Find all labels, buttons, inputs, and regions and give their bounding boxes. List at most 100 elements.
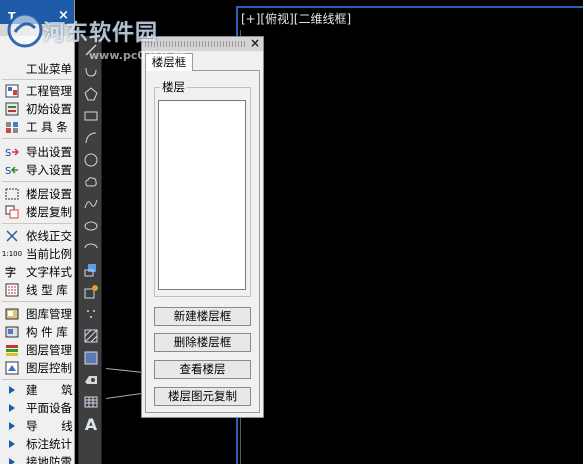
floor-copy-icon — [4, 205, 20, 219]
menu-item-floor-settings[interactable]: 楼层设置 — [0, 185, 74, 203]
hatch-tool[interactable] — [81, 326, 101, 346]
new-floor-frame-button[interactable]: 新建楼层框 — [154, 307, 251, 326]
line-tool[interactable] — [81, 40, 101, 60]
menu-item-annotation-stats[interactable]: 标注统计 — [0, 435, 74, 453]
ellipse-tool[interactable] — [81, 216, 101, 236]
close-icon[interactable]: × — [249, 37, 261, 50]
circle-tool[interactable] — [81, 150, 101, 170]
insert-block-tool[interactable] — [81, 260, 101, 280]
cloud-tool[interactable] — [81, 172, 101, 192]
callout-line — [105, 368, 144, 373]
gradient-tool[interactable] — [81, 348, 101, 368]
menu-item-ortho[interactable]: 依线正交 — [0, 227, 74, 245]
ellipse-arc-tool[interactable] — [81, 238, 101, 258]
menu-item-floor-copy[interactable]: 楼层复制 — [0, 203, 74, 221]
text-icon: A — [84, 414, 98, 434]
layer-control-icon — [4, 361, 20, 375]
arc-tool[interactable] — [81, 128, 101, 148]
triangle-right-icon — [4, 419, 20, 433]
menu-divider — [2, 301, 72, 302]
toolbar-icon — [4, 120, 20, 134]
callout-line — [105, 392, 144, 399]
floor-frame-dialog: × 楼层框 楼层 新建楼层框 删除楼层框 查看楼层 楼层图元复制 — [141, 36, 264, 418]
menu-item-layer-manage[interactable]: 图层管理 — [0, 341, 74, 359]
region-icon — [85, 376, 97, 384]
ortho-icon — [4, 229, 20, 243]
circle-icon — [84, 153, 98, 167]
svg-text:S: S — [5, 148, 11, 159]
point-tool[interactable] — [81, 304, 101, 324]
triangle-right-icon — [4, 437, 20, 451]
region-tool[interactable] — [81, 370, 101, 390]
view-floor-button[interactable]: 查看楼层 — [154, 360, 251, 379]
menu-panel-header-bar — [0, 24, 74, 36]
layer-manage-icon — [4, 343, 20, 357]
viewport-view-label[interactable]: [+][俯视][二维线框] — [241, 10, 351, 27]
draw-toolbar: A — [78, 36, 102, 464]
menu-item-component-library[interactable]: 构 件 库 — [0, 323, 74, 341]
menu-item-linetype[interactable]: 线 型 库 — [0, 281, 74, 299]
ellipse-arc-icon — [84, 243, 98, 249]
menu-item-init-settings[interactable]: 初始设置 — [0, 100, 74, 118]
project-icon — [4, 84, 20, 98]
menu-panel-title: T — [8, 10, 16, 23]
polyline-icon — [85, 67, 97, 77]
insert-block-icon — [84, 264, 96, 277]
dialog-titlebar[interactable]: × — [142, 37, 263, 51]
polyline-tool[interactable] — [81, 62, 101, 82]
menu-divider — [2, 181, 72, 182]
gradient-icon — [84, 351, 98, 365]
component-icon — [4, 325, 20, 339]
make-block-icon — [84, 285, 98, 299]
multiline-text-tool[interactable]: A — [81, 414, 101, 434]
menu-item-current-scale[interactable]: 1:100 当前比例 — [0, 245, 74, 263]
floor-group-label: 楼层 — [160, 79, 187, 95]
drag-grip[interactable] — [145, 41, 245, 47]
menu-item-project-manage[interactable]: 工程管理 — [0, 82, 74, 100]
svg-text:字: 字 — [5, 265, 16, 279]
menu-item-industry-menu[interactable]: 工业菜单 — [0, 60, 74, 78]
revision-cloud-icon — [85, 177, 97, 187]
export-icon: S — [4, 145, 20, 159]
scale-icon: 1:100 — [1, 250, 23, 258]
settings-icon — [4, 102, 20, 116]
menu-item-plane-equipment[interactable]: 平面设备 — [0, 399, 74, 417]
menu-item-layer-control[interactable]: 图层控制 — [0, 359, 74, 377]
import-icon: S — [4, 163, 20, 177]
spline-icon — [84, 199, 98, 209]
make-block-tool[interactable] — [81, 282, 101, 302]
menu-item-library-manage[interactable]: 图库管理 — [0, 305, 74, 323]
table-tool[interactable] — [81, 392, 101, 412]
menu-item-text-style[interactable]: 字 文字样式 — [0, 263, 74, 281]
tab-floor-frame[interactable]: 楼层框 — [145, 53, 193, 71]
menu-item-wire[interactable]: 导 线 — [0, 417, 74, 435]
spline-tool[interactable] — [81, 194, 101, 214]
line-icon — [85, 44, 97, 56]
menu-divider — [2, 223, 72, 224]
menu-divider — [2, 79, 72, 80]
ellipse-icon — [84, 221, 98, 231]
menu-item-building[interactable]: 建 筑 — [0, 381, 74, 399]
menu-divider — [2, 138, 72, 139]
menu-item-export-settings[interactable]: S 导出设置 — [0, 143, 74, 161]
polygon-icon — [84, 87, 98, 101]
menu-panel-titlebar: T × — [0, 0, 74, 36]
menu-item-grounding[interactable]: 接地防雷 — [0, 453, 74, 464]
delete-floor-frame-button[interactable]: 删除楼层框 — [154, 333, 251, 352]
floor-settings-icon — [4, 187, 20, 201]
menu-panel: T × 工业菜单 工程管理 初始设置 工 具 条 S 导出设置 S 导入设置 楼… — [0, 0, 75, 464]
close-icon[interactable]: × — [58, 8, 69, 23]
floor-list[interactable] — [158, 100, 246, 290]
text-style-icon: 字 — [4, 265, 20, 279]
menu-item-toolbar[interactable]: 工 具 条 — [0, 118, 74, 136]
rectangle-tool[interactable] — [81, 106, 101, 126]
triangle-right-icon — [4, 401, 20, 415]
polygon-tool[interactable] — [81, 84, 101, 104]
svg-text:S: S — [5, 166, 11, 177]
rectangle-icon — [84, 111, 98, 121]
drawing-canvas[interactable] — [240, 30, 583, 464]
menu-item-import-settings[interactable]: S 导入设置 — [0, 161, 74, 179]
library-icon — [4, 307, 20, 321]
copy-floor-elements-button[interactable]: 楼层图元复制 — [154, 387, 251, 406]
menu-divider — [2, 379, 72, 380]
